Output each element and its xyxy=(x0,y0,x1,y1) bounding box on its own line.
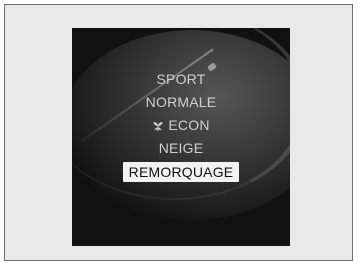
mode-sport[interactable]: SPORT xyxy=(72,68,290,91)
mode-tow[interactable]: REMORQUAGE xyxy=(72,160,290,183)
mode-econ[interactable]: ECON xyxy=(72,114,290,137)
drive-mode-display: SPORT NORMALE ECON NEIGE REMORQUAGE xyxy=(72,28,290,246)
mode-snow-label: NEIGE xyxy=(158,140,204,156)
mode-tow-selected-label: REMORQUAGE xyxy=(122,162,240,182)
mode-list: SPORT NORMALE ECON NEIGE REMORQUAGE xyxy=(72,68,290,183)
mode-normal[interactable]: NORMALE xyxy=(72,91,290,114)
mode-econ-label: ECON xyxy=(168,117,210,133)
mode-snow[interactable]: NEIGE xyxy=(72,137,290,160)
leaf-icon xyxy=(153,121,163,131)
mode-normal-label: NORMALE xyxy=(145,94,217,110)
mode-sport-label: SPORT xyxy=(156,71,206,87)
